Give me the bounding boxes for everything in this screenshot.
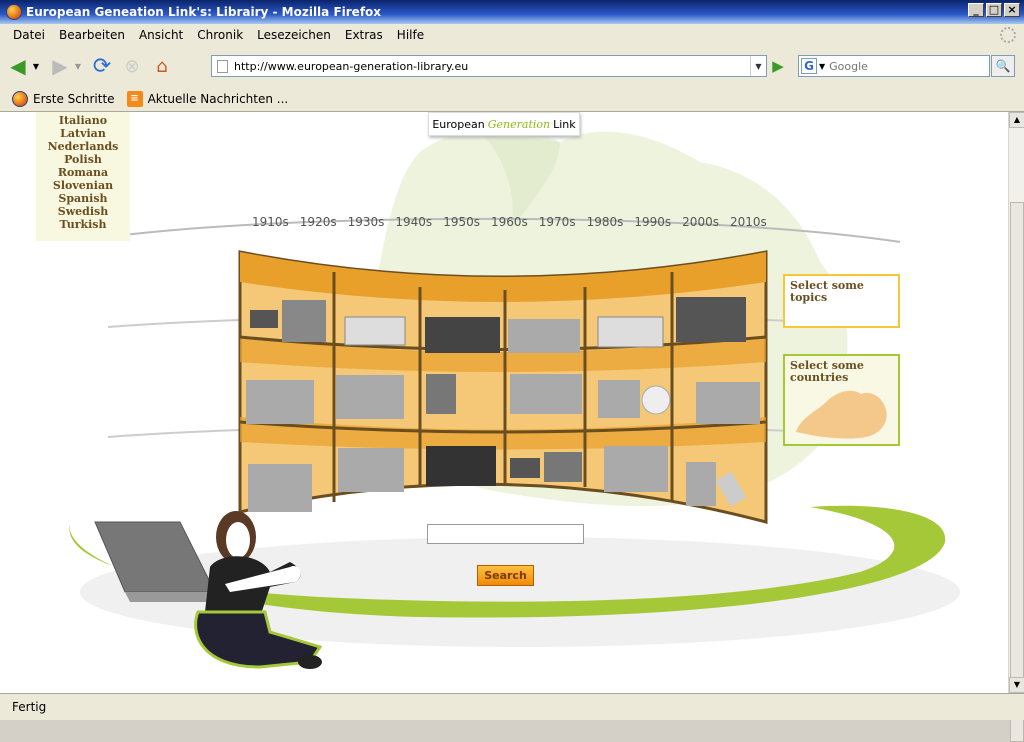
decade-2000s[interactable]: 2000s xyxy=(682,215,719,229)
decade-1920s[interactable]: 1920s xyxy=(300,215,337,229)
select-countries-label: Select some countries xyxy=(790,359,864,384)
bookmark-label: Aktuelle Nachrichten ... xyxy=(147,91,289,106)
url-bar[interactable]: http://www.european-generation-library.e… xyxy=(211,55,767,77)
back-history-dropdown[interactable]: ▼ xyxy=(30,54,42,78)
window-controls: _ □ × xyxy=(968,3,1020,17)
decade-1990s[interactable]: 1990s xyxy=(634,215,671,229)
language-link-slovenian[interactable]: Slovenian xyxy=(36,179,130,192)
site-logo[interactable]: European Generation Link xyxy=(428,112,580,136)
menu-datei[interactable]: Datei xyxy=(13,28,45,42)
firefox-icon xyxy=(12,90,28,107)
language-link-polish[interactable]: Polish xyxy=(36,153,130,166)
vertical-scrollbar[interactable]: ▲ ▼ xyxy=(1008,112,1024,742)
forward-arrow-icon[interactable]: ▶ xyxy=(48,54,72,78)
menu-chronik[interactable]: Chronik xyxy=(197,28,243,42)
web-search-input[interactable] xyxy=(829,59,980,73)
url-text: http://www.european-generation-library.e… xyxy=(234,59,469,73)
decade-1970s[interactable]: 1970s xyxy=(539,215,576,229)
bookmarks-toolbar: Erste Schritte ≡ Aktuelle Nachrichten ..… xyxy=(0,86,1024,112)
decade-2010s[interactable]: 2010s xyxy=(730,215,767,229)
page-icon xyxy=(217,60,228,73)
decade-1980s[interactable]: 1980s xyxy=(587,215,624,229)
reload-icon[interactable]: ⟳ xyxy=(90,54,114,79)
stop-icon[interactable]: ⊗ xyxy=(120,54,144,78)
decade-1910s[interactable]: 1910s xyxy=(252,215,289,229)
navigation-toolbar: ◀ ▼ ▶ ▼ ⟳ ⊗ ⌂ http://www.european-genera… xyxy=(0,46,1024,86)
page-content: Italiano Latvian Nederlands Polish Roman… xyxy=(0,112,1008,693)
bookmark-aktuelle-nachrichten[interactable]: ≡ Aktuelle Nachrichten ... xyxy=(126,90,289,107)
select-countries-box[interactable]: Select some countries xyxy=(783,354,900,446)
logo-text-generation: Generation xyxy=(487,117,551,131)
decade-selector: 1910s 1920s 1930s 1940s 1950s 1960s 1970… xyxy=(252,215,767,229)
engine-dropdown-icon[interactable]: ▼ xyxy=(819,62,825,71)
window-title: European Geneation Link's: Librairy - Mo… xyxy=(26,5,382,19)
bookmark-label: Erste Schritte xyxy=(33,91,115,106)
language-link-swedish[interactable]: Swedish xyxy=(36,205,130,218)
menu-hilfe[interactable]: Hilfe xyxy=(397,28,424,42)
forward-history-dropdown[interactable]: ▼ xyxy=(72,54,84,78)
language-link-spanish[interactable]: Spanish xyxy=(36,192,130,205)
close-button[interactable]: × xyxy=(1004,3,1020,17)
logo-text-link: Link xyxy=(553,117,576,131)
library-search-input[interactable] xyxy=(427,524,584,544)
firefox-logo-icon xyxy=(6,4,22,20)
decade-1940s[interactable]: 1940s xyxy=(395,215,432,229)
select-topics-label: Select some topics xyxy=(790,279,864,304)
logo-text-european: European xyxy=(432,117,485,131)
status-text: Fertig xyxy=(12,700,47,714)
language-link-romana[interactable]: Romana xyxy=(36,166,130,179)
activity-throbber-icon xyxy=(1000,27,1016,43)
search-button[interactable]: Search xyxy=(477,565,534,586)
europe-map-icon xyxy=(796,390,887,439)
select-topics-box[interactable]: Select some topics xyxy=(783,274,900,328)
bookshelf[interactable] xyxy=(238,250,768,524)
magnifier-icon[interactable]: 🔍 xyxy=(991,55,1015,77)
go-icon[interactable]: ▶ xyxy=(768,56,788,76)
maximize-button[interactable]: □ xyxy=(986,3,1002,17)
menu-ansicht[interactable]: Ansicht xyxy=(139,28,183,42)
decade-1960s[interactable]: 1960s xyxy=(491,215,528,229)
web-search-box[interactable]: G ▼ xyxy=(798,55,990,77)
menu-extras[interactable]: Extras xyxy=(345,28,383,42)
url-dropdown-icon[interactable]: ▼ xyxy=(750,56,766,76)
home-icon[interactable]: ⌂ xyxy=(150,54,174,78)
language-link-italiano[interactable]: Italiano xyxy=(36,114,130,127)
language-list: Italiano Latvian Nederlands Polish Roman… xyxy=(36,112,130,241)
menu-bearbeiten[interactable]: Bearbeiten xyxy=(59,28,125,42)
menu-lesezeichen[interactable]: Lesezeichen xyxy=(257,28,331,42)
language-link-latvian[interactable]: Latvian xyxy=(36,127,130,140)
menu-bar: Datei Bearbeiten Ansicht Chronik Lesezei… xyxy=(0,24,1024,46)
language-link-nederlands[interactable]: Nederlands xyxy=(36,140,130,153)
window-titlebar: European Geneation Link's: Librairy - Mo… xyxy=(0,0,1024,24)
bookmark-erste-schritte[interactable]: Erste Schritte xyxy=(12,90,115,107)
scroll-down-icon[interactable]: ▼ xyxy=(1009,677,1024,693)
status-bar: Fertig xyxy=(0,693,1024,720)
back-arrow-icon[interactable]: ◀ xyxy=(6,54,30,78)
language-link-turkish[interactable]: Turkish xyxy=(36,218,130,231)
decade-1950s[interactable]: 1950s xyxy=(443,215,480,229)
rss-icon: ≡ xyxy=(126,90,143,107)
scroll-up-icon[interactable]: ▲ xyxy=(1009,112,1024,128)
decade-1930s[interactable]: 1930s xyxy=(348,215,385,229)
google-engine-icon[interactable]: G xyxy=(801,58,817,74)
minimize-button[interactable]: _ xyxy=(968,3,984,17)
scroll-thumb[interactable] xyxy=(1010,202,1024,742)
